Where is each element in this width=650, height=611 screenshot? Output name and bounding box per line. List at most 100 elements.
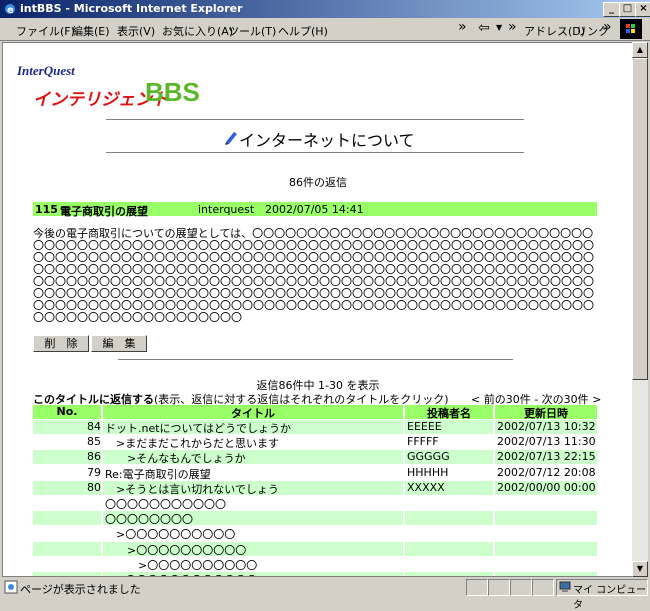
- row-title[interactable]: >そうとは言い切れないでしょう: [103, 480, 403, 495]
- menu-bar: ファイル(F) 編集(E) 表示(V) お気に入り(A) ツール(T) ヘルプ(…: [0, 18, 650, 41]
- table-row: 85 >まだまだこれからだと思います FFFFF 2002/07/13 11:30: [33, 435, 597, 450]
- row-number: [33, 496, 101, 510]
- row-number: 86: [33, 450, 101, 465]
- maximize-button[interactable]: □: [619, 2, 636, 17]
- row-author: [405, 496, 493, 510]
- row-author: HHHHH: [405, 465, 493, 480]
- edit-button[interactable]: 編 集: [91, 335, 147, 352]
- row-title[interactable]: >〇〇〇〇〇〇〇〇〇〇: [103, 541, 403, 556]
- divider: [106, 119, 524, 120]
- table-row: 86 >そんなもんでしょうか GGGGG 2002/07/13 22:15: [33, 450, 597, 465]
- table-row: 79 Re:電子商取引の展望 HHHHH 2002/07/12 20:08: [33, 465, 597, 480]
- back-dropdown-icon[interactable]: ▼: [496, 23, 502, 32]
- row-number: [33, 541, 101, 556]
- back-arrow-icon[interactable]: ⇦: [478, 20, 490, 36]
- header-title: タイトル: [103, 405, 403, 420]
- divider: [118, 359, 513, 360]
- row-author: [405, 541, 493, 556]
- status-pane: [532, 579, 554, 596]
- menu-file[interactable]: ファイル(F): [16, 23, 75, 39]
- menu-view[interactable]: 表示(V): [117, 23, 155, 39]
- row-number: [33, 526, 101, 541]
- status-zone-label: マイ コンピュータ: [573, 585, 647, 611]
- logo-name-bbs: BBS: [145, 77, 200, 107]
- menu-edit[interactable]: 編集(E): [72, 23, 110, 39]
- row-author: XXXXX: [405, 480, 493, 495]
- status-zone: マイ コンピュータ: [556, 579, 648, 611]
- page-content: InterQuest インテリジェント BBS インターネットについて 86件の…: [2, 42, 634, 577]
- table-row: >〇〇〇〇〇〇〇〇〇〇: [33, 541, 597, 556]
- minimize-button[interactable]: _: [603, 2, 620, 17]
- row-title[interactable]: 〇〇〇〇〇〇〇〇: [103, 511, 403, 526]
- row-title[interactable]: Re:電子商取引の展望: [103, 465, 403, 480]
- row-date: [495, 541, 597, 556]
- row-date: 2002/07/13 10:32: [495, 420, 597, 434]
- menu-help[interactable]: ヘルプ(H): [278, 23, 328, 39]
- scroll-up-icon[interactable]: ▲: [632, 42, 648, 58]
- ie-icon: e: [5, 4, 15, 16]
- row-number: [33, 511, 101, 526]
- browser-window: e intBBS - Microsoft Internet Explorer _…: [0, 0, 650, 611]
- close-button[interactable]: ×: [635, 2, 650, 17]
- vertical-scrollbar[interactable]: ▲ ▼: [632, 42, 648, 577]
- table-row: 80 >そうとは言い切れないでしょう XXXXX 2002/00/00 00:00: [33, 480, 597, 495]
- row-author: FFFFF: [405, 435, 493, 450]
- windows-logo-icon: [620, 19, 642, 39]
- page-title: インターネットについて: [239, 131, 415, 150]
- row-date: [495, 511, 597, 526]
- row-date: [495, 526, 597, 541]
- title-bar: e intBBS - Microsoft Internet Explorer _…: [0, 0, 650, 18]
- row-date: [495, 496, 597, 510]
- post-subject: 電子商取引の展望: [60, 205, 148, 218]
- post-author: interquest: [198, 203, 255, 216]
- chevron-right-icon[interactable]: »: [603, 19, 612, 35]
- delete-button[interactable]: 削 除: [33, 335, 89, 352]
- row-number: 84: [33, 420, 101, 434]
- row-date: 2002/00/00 00:00: [495, 480, 597, 495]
- divider: [106, 152, 524, 153]
- status-pane: [488, 579, 510, 596]
- row-title[interactable]: 〇〇〇〇〇〇〇〇〇〇〇: [103, 496, 403, 510]
- computer-icon: [559, 581, 571, 592]
- row-title[interactable]: ドット.netについてはどうでしょうか: [103, 420, 403, 434]
- row-date: 2002/07/13 22:15: [495, 450, 597, 465]
- row-author: [405, 526, 493, 541]
- row-title[interactable]: >そんなもんでしょうか: [103, 450, 403, 465]
- row-title[interactable]: >〇〇〇〇〇〇〇〇〇〇: [103, 526, 403, 541]
- reply-count: 86件の返信: [289, 176, 347, 189]
- row-date: [495, 556, 597, 571]
- chevron-right-icon[interactable]: »: [458, 19, 467, 35]
- status-text: ページが表示されました: [20, 583, 141, 596]
- row-title[interactable]: >〇〇〇〇〇〇〇〇〇〇: [103, 556, 403, 571]
- menu-favorites[interactable]: お気に入り(A): [162, 23, 233, 39]
- row-number: [33, 556, 101, 571]
- status-bar: ページが表示されました マイ コンピュータ: [0, 577, 650, 611]
- post-date: 2002/07/05 14:41: [265, 203, 364, 216]
- row-number: 79: [33, 465, 101, 480]
- page-icon: [4, 580, 18, 594]
- row-author: EEEEE: [405, 420, 493, 434]
- row-date: 2002/07/12 20:08: [495, 465, 597, 480]
- header-date: 更新日時: [495, 405, 597, 420]
- row-date: 2002/07/13 11:30: [495, 435, 597, 450]
- row-author: GGGGG: [405, 450, 493, 465]
- logo-brand: InterQuest: [17, 63, 75, 78]
- chevron-right-icon[interactable]: »: [508, 19, 517, 35]
- replies-table-header: No. タイトル 投稿者名 更新日時: [33, 405, 597, 420]
- table-row: 〇〇〇〇〇〇〇〇〇〇〇: [33, 496, 597, 510]
- table-row: >〇〇〇〇〇〇〇〇〇〇: [33, 556, 597, 571]
- window-title: intBBS - Microsoft Internet Explorer: [20, 2, 243, 15]
- scroll-down-icon[interactable]: ▼: [632, 561, 648, 577]
- row-author: [405, 556, 493, 571]
- menu-tools[interactable]: ツール(T): [228, 23, 276, 39]
- table-row: 84 ドット.netについてはどうでしょうか EEEEE 2002/07/13 10:…: [33, 420, 597, 434]
- row-author: [405, 511, 493, 526]
- row-number: 85: [33, 435, 101, 450]
- scroll-thumb[interactable]: [632, 58, 648, 380]
- status-pane: [510, 579, 532, 596]
- header-author: 投稿者名: [405, 405, 493, 420]
- svg-text:e: e: [7, 5, 14, 16]
- table-row: >〇〇〇〇〇〇〇〇〇〇: [33, 526, 597, 541]
- row-number: 80: [33, 480, 101, 495]
- row-title[interactable]: >まだまだこれからだと思います: [103, 435, 403, 450]
